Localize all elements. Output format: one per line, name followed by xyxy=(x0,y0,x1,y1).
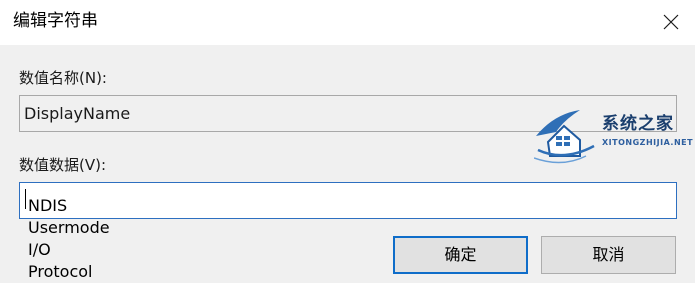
value-data-text: NDIS Usermode I/O Protocol xyxy=(24,189,110,281)
value-data-label: 数值数据(V): xyxy=(19,156,107,174)
watermark: 系统之家 XITONGZHIJIA.NET xyxy=(534,106,693,166)
value-data-value: NDIS Usermode I/O Protocol xyxy=(28,196,110,281)
house-logo-icon xyxy=(534,110,595,164)
close-button[interactable] xyxy=(646,0,695,45)
ok-button[interactable]: 确定 xyxy=(393,236,528,274)
dialog-title: 编辑字符串 xyxy=(13,11,98,31)
cancel-button[interactable]: 取消 xyxy=(541,236,676,274)
value-data-input[interactable]: NDIS Usermode I/O Protocol xyxy=(19,182,677,281)
close-icon xyxy=(663,14,679,30)
text-caret xyxy=(25,189,26,209)
value-name-text: DisplayName xyxy=(24,104,131,123)
watermark-name: 系统之家 xyxy=(602,114,674,134)
watermark-url: XITONGZHIJIA.NET xyxy=(602,138,694,147)
title-bar: 编辑字符串 xyxy=(0,0,695,45)
value-name-label: 数值名称(N): xyxy=(19,69,107,87)
